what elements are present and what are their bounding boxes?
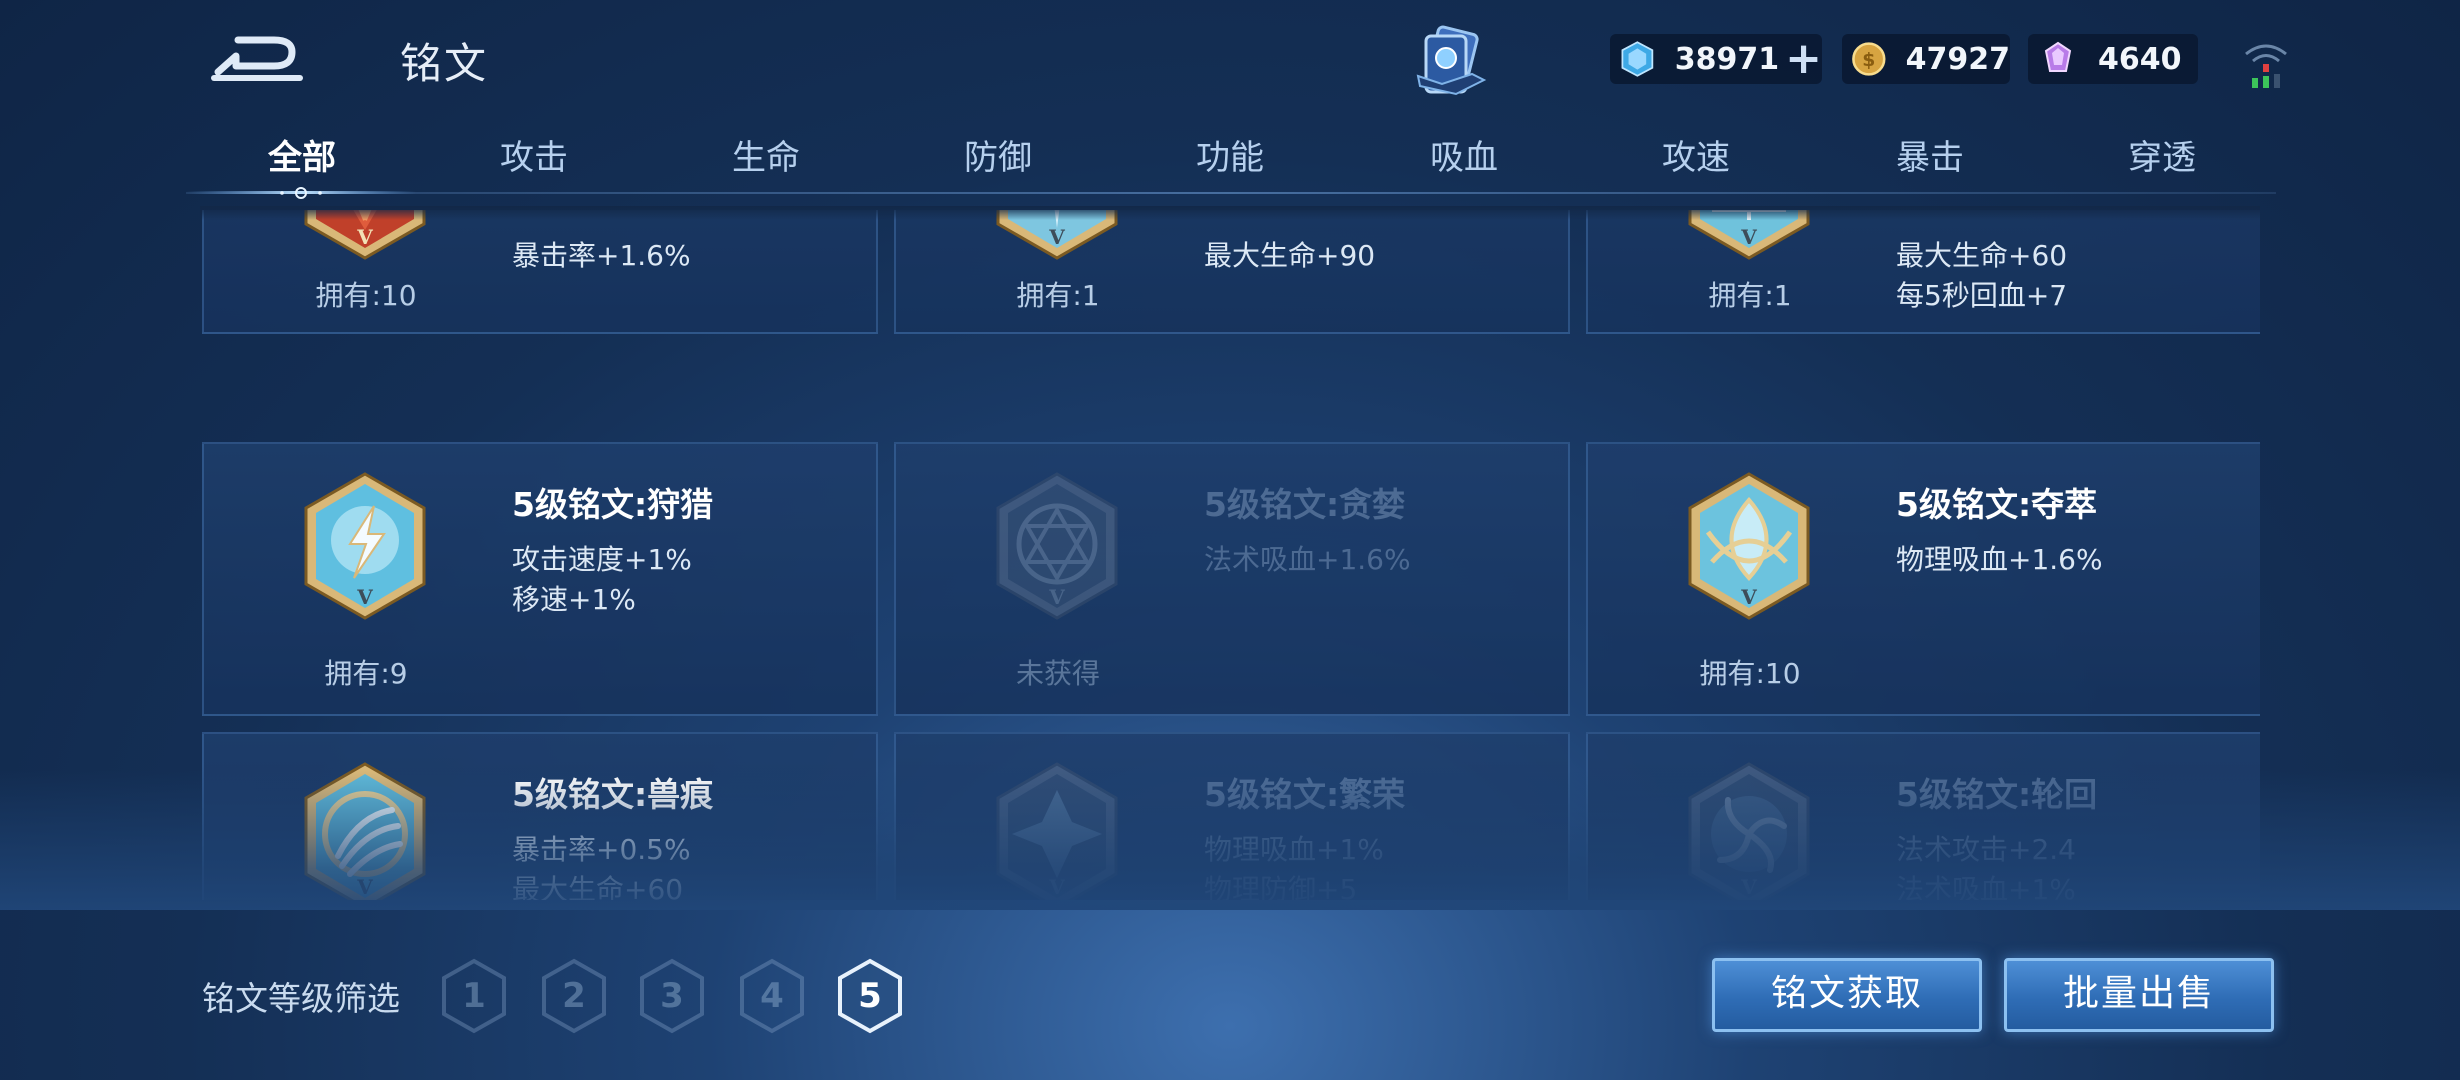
category-tabs: 全部 攻击 生命 防御 功能 吸血 攻速 暴击 穿透 (186, 128, 2276, 198)
svg-text:V: V (1048, 585, 1065, 609)
page-title: 铭文 (400, 39, 489, 88)
svg-text:V: V (1048, 225, 1065, 249)
inscription-name: 5级铭文:狩猎 (512, 485, 714, 524)
tab-penetration[interactable]: 穿透 (2092, 128, 2232, 188)
gem-amount: 4640 (2098, 41, 2182, 77)
svg-text:V: V (1740, 585, 1757, 609)
add-diamond-button[interactable]: + (1785, 37, 1822, 81)
inscription-stat: 最大生命+60 (1896, 239, 2068, 272)
inscription-name: 5级铭文:轮回 (1896, 775, 2098, 814)
get-inscription-button[interactable]: 铭文获取 (1712, 958, 1982, 1032)
inscription-stat: 最大生命+60 (512, 873, 684, 900)
level-number: 2 (562, 976, 586, 1016)
inscription-card[interactable]: V 暴击率+1.6% 拥有:10 (202, 210, 878, 334)
active-tab-indicator (186, 187, 416, 199)
svg-text:V: V (1048, 875, 1065, 899)
owned-count: 拥有:10 (1699, 657, 1801, 690)
gold-currency: $ 47927 (1842, 34, 2010, 84)
inscription-stat: 法术吸血+1% (1896, 873, 2076, 900)
level-filter-2[interactable]: 2 (540, 958, 608, 1034)
swirl-icon: V (1688, 762, 1810, 900)
diamond-currency: 38971 + (1610, 34, 1822, 84)
svg-text:V: V (356, 225, 373, 249)
level-filter-3[interactable]: 3 (638, 958, 706, 1034)
level-number: 3 (660, 976, 684, 1016)
tabs-divider (186, 192, 2276, 194)
inscription-stat: 移速+1% (512, 583, 636, 616)
lightning-icon: V (304, 472, 426, 620)
level-filter-1[interactable]: 1 (440, 958, 508, 1034)
inscription-stat: 法术攻击+2.4 (1896, 833, 2076, 866)
inscription-name: 5级铭文:兽痕 (512, 775, 714, 814)
tab-all[interactable]: 全部 (232, 128, 372, 188)
inscription-card[interactable]: V 5级铭文:繁荣 物理吸血+1% 物理防御+5 (894, 732, 1570, 900)
diamond-icon (1621, 41, 1654, 77)
inscription-card[interactable]: V 5级铭文:狩猎 攻击速度+1% 移速+1% 拥有:9 (202, 442, 878, 716)
inscription-stat: 每5秒回血+7 (1896, 279, 2068, 312)
inscription-stat: 法术吸血+1.6% (1204, 543, 1411, 576)
level-number: 5 (858, 976, 882, 1016)
svg-text:$: $ (1862, 50, 1875, 71)
level-filter-5[interactable]: 5 (836, 958, 904, 1034)
inscription-name: 5级铭文:贪婪 (1204, 485, 1406, 524)
inscription-stat: 物理吸血+1.6% (1896, 543, 2103, 576)
inscription-card-icon[interactable] (1412, 24, 1490, 102)
inscription-card[interactable]: V 5级铭文:轮回 法术攻击+2.4 法术吸血+1% (1586, 732, 2260, 900)
star-circle-icon: V (996, 472, 1118, 620)
level-filter-4[interactable]: 4 (738, 958, 806, 1034)
inscription-stat: 物理吸血+1% (1204, 833, 1384, 866)
owned-count: 拥有:9 (324, 657, 408, 690)
inscription-card[interactable]: V 5级铭文:夺萃 物理吸血+1.6% 拥有:10 (1586, 442, 2260, 716)
tab-utility[interactable]: 功能 (1160, 128, 1300, 188)
gold-coin-icon: $ (1852, 42, 1886, 76)
batch-sell-button[interactable]: 批量出售 (2004, 958, 2274, 1032)
owned-status: 未获得 (1015, 657, 1100, 690)
red-sunburst-icon: V (304, 210, 426, 260)
inscription-name: 5级铭文:夺萃 (1896, 485, 2098, 524)
inscription-stat: 物理防御+5 (1204, 873, 1358, 900)
whale-tail-icon: V (996, 210, 1118, 260)
back-button[interactable] (208, 28, 308, 92)
svg-text:V: V (356, 875, 373, 899)
inscription-card[interactable]: V 5级铭文:兽痕 暴击率+0.5% 最大生命+60 (202, 732, 878, 900)
inscription-card[interactable]: V 5级铭文:贪婪 法术吸血+1.6% 未获得 (894, 442, 1570, 716)
owned-count: 拥有:1 (1708, 279, 1792, 312)
inscription-stat: 暴击率+0.5% (512, 833, 691, 866)
tab-health[interactable]: 生命 (696, 128, 836, 188)
tab-lifesteal[interactable]: 吸血 (1394, 128, 1534, 188)
network-signal-icon (2236, 34, 2296, 94)
level-number: 4 (760, 976, 784, 1016)
tab-crit[interactable]: 暴击 (1860, 128, 2000, 188)
triquetra-icon: V (1688, 472, 1810, 620)
claw-mark-icon: V (304, 762, 426, 900)
level-number: 1 (462, 976, 486, 1016)
inscription-grid: V 暴击率+1.6% 拥有:10 V 最大生命+90 拥有:1 V 最大生命+6… (200, 210, 2260, 900)
svg-text:V: V (1740, 875, 1757, 899)
purple-gem-icon (2044, 41, 2072, 72)
back-arrow-icon (211, 36, 303, 81)
lattice-icon: V (1688, 210, 1810, 260)
owned-count: 拥有:1 (1016, 279, 1100, 312)
tab-defense[interactable]: 防御 (928, 128, 1068, 188)
svg-text:V: V (1740, 225, 1757, 249)
gem-currency: 4640 (2028, 34, 2198, 84)
inscription-stat: 暴击率+1.6% (512, 239, 691, 272)
inscription-card[interactable]: V 最大生命+60 每5秒回血+7 拥有:1 (1586, 210, 2260, 334)
diamond-amount: 38971 (1674, 41, 1780, 77)
tab-attack-speed[interactable]: 攻速 (1626, 128, 1766, 188)
inscription-stat: 攻击速度+1% (512, 543, 692, 576)
level-filter-label: 铭文等级筛选 (202, 979, 400, 1018)
inscription-card[interactable]: V 最大生命+90 拥有:1 (894, 210, 1570, 334)
gold-amount: 47927 (1905, 41, 2010, 77)
svg-text:V: V (356, 585, 373, 609)
inscription-stat: 最大生命+90 (1204, 239, 1376, 272)
inscription-name: 5级铭文:繁荣 (1204, 775, 1406, 814)
owned-count: 拥有:10 (315, 279, 417, 312)
crystal-icon: V (996, 762, 1118, 900)
top-bar: 铭文 38971 + $ 47927 4640 (0, 0, 2460, 120)
tab-attack[interactable]: 攻击 (464, 128, 604, 188)
